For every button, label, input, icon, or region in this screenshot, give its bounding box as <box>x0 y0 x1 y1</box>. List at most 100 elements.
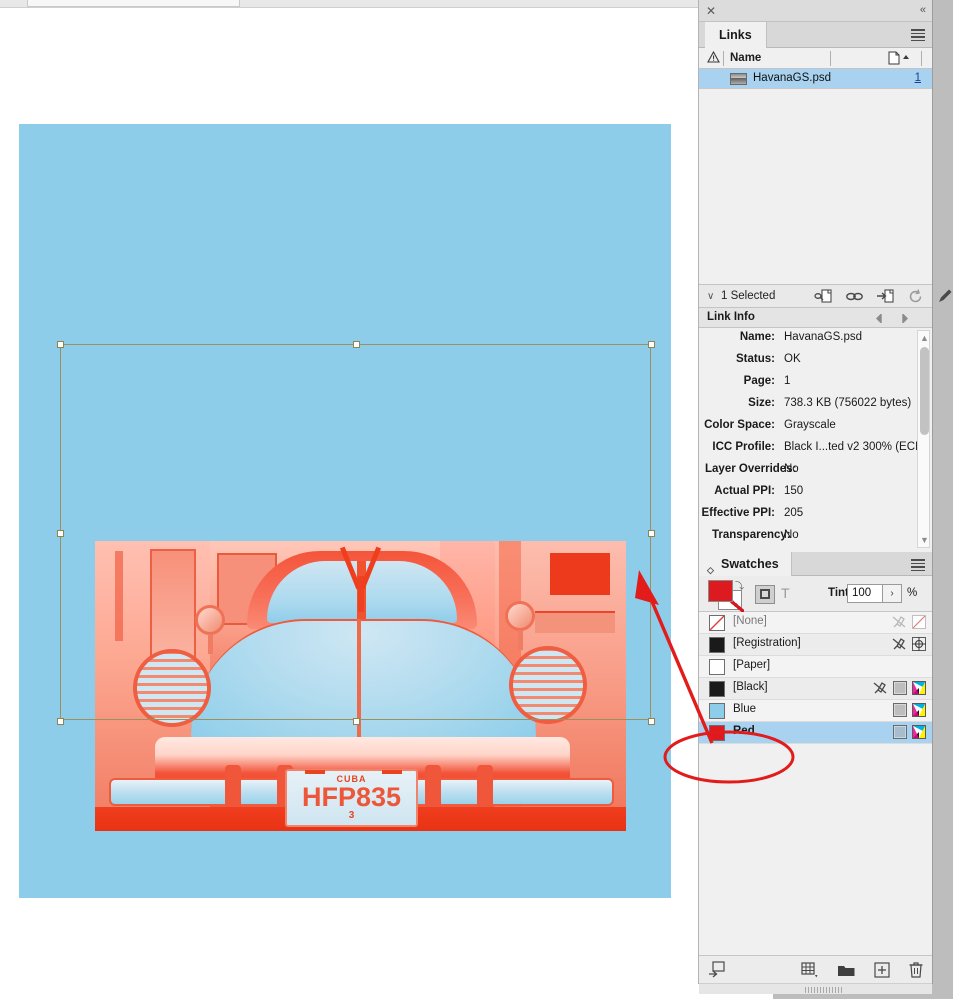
link-info-value: HavanaGS.psd <box>784 331 862 343</box>
link-page-number[interactable]: 1 <box>915 72 921 84</box>
swatch-row-registration[interactable]: [Registration] <box>699 634 932 656</box>
license-plate: CUBA HFP835 3 <box>285 769 418 827</box>
tint-icon <box>893 703 907 717</box>
swatches-list[interactable]: [None] [Registration] [Paper] [Black] Bl… <box>699 612 932 744</box>
fill-stroke-control[interactable]: ⤵ <box>708 579 748 612</box>
link-thumbnail-icon <box>730 73 747 85</box>
swatch-name: [Black] <box>733 681 768 693</box>
link-info-key: ICC Profile: <box>712 441 775 453</box>
swatch-row-blue[interactable]: Blue <box>699 700 932 722</box>
no-ink-icon <box>892 637 907 651</box>
links-tab-bar: Links <box>699 22 932 48</box>
link-info-value: Black I...ted v2 300% (ECI) <box>784 441 923 453</box>
fill-swatch[interactable] <box>708 580 733 602</box>
link-info-key: Page: <box>743 375 775 387</box>
cmyk-icon <box>912 725 926 739</box>
swatch-chip-black <box>709 681 725 697</box>
delete-swatch-icon[interactable] <box>908 961 924 978</box>
dock-title-bar: ✕ « <box>699 0 932 22</box>
tab-links[interactable]: Links <box>705 22 767 48</box>
headlight-right <box>509 646 587 724</box>
swatch-row-none[interactable]: [None] <box>699 612 932 634</box>
warning-icon <box>707 51 720 63</box>
link-info-prev-icon[interactable] <box>874 313 883 324</box>
scroll-up-icon[interactable]: ▲ <box>920 333 929 343</box>
collapse-panels-icon[interactable]: « <box>920 4 926 16</box>
refresh-icon[interactable] <box>907 288 924 305</box>
hood-ornament-stem <box>358 576 364 612</box>
tab-swatches[interactable]: ◇ Swatches <box>699 552 792 576</box>
relink-icon[interactable] <box>814 288 833 305</box>
swatch-row-black[interactable]: [Black] <box>699 678 932 700</box>
close-icon[interactable]: ✕ <box>705 5 717 17</box>
hood-center-seam <box>357 619 361 744</box>
car-hood <box>191 619 536 744</box>
swatch-chip-registration <box>709 637 725 653</box>
new-color-group-icon[interactable] <box>801 961 819 978</box>
swatch-name: Red <box>733 725 755 737</box>
column-divider <box>921 51 922 66</box>
new-swatch-icon[interactable] <box>874 961 890 978</box>
scroll-down-icon[interactable]: ▼ <box>920 535 929 545</box>
link-info-key: Name: <box>739 331 775 343</box>
document-canvas[interactable]: CUBA HFP835 3 <box>0 8 773 999</box>
cmyk-icon <box>912 703 926 717</box>
update-link-icon[interactable] <box>876 288 895 305</box>
new-swatch-group-icon[interactable] <box>837 962 856 978</box>
column-header-name[interactable]: Name <box>730 52 761 64</box>
tint-stepper[interactable]: › <box>883 584 902 603</box>
link-info-nav <box>874 313 910 324</box>
swatches-tab-bar: ◇ Swatches <box>699 552 932 576</box>
links-list-empty-area[interactable] <box>699 89 932 284</box>
swatch-row-paper[interactable]: [Paper] <box>699 656 932 678</box>
plate-tab-right <box>382 770 402 774</box>
chevron-down-icon[interactable]: ∨ <box>707 291 714 302</box>
dock-resize-grip[interactable] <box>699 983 932 994</box>
link-info-row: Name: HavanaGS.psd <box>699 328 932 350</box>
tint-icon <box>893 681 907 695</box>
links-action-icons <box>814 288 953 305</box>
document-tab-strip[interactable] <box>27 0 240 7</box>
links-panel-menu-icon[interactable] <box>911 29 925 42</box>
swatch-name: Blue <box>733 703 757 715</box>
links-row-havanags[interactable]: HavanaGS.psd 1 <box>699 69 932 89</box>
link-info-body[interactable]: Name: HavanaGS.psd Status: OK Page: 1 Size:… <box>699 328 932 552</box>
link-info-value: No <box>784 463 799 475</box>
no-ink-icon <box>873 681 888 695</box>
show-all-swatches-icon[interactable] <box>708 961 726 979</box>
edit-original-icon[interactable] <box>936 288 953 305</box>
link-info-row: Effective PPI: 205 <box>699 504 932 526</box>
swatch-name: [None] <box>733 615 767 627</box>
link-info-row: Status: OK <box>699 350 932 372</box>
swatch-row-icons <box>892 637 926 651</box>
swatch-name: [Registration] <box>733 637 801 649</box>
column-header-page-icon[interactable] <box>886 51 910 65</box>
swatch-row-red[interactable]: Red <box>699 722 932 744</box>
swatch-chip-paper <box>709 659 725 675</box>
placed-image-havanags[interactable]: CUBA HFP835 3 <box>95 541 626 831</box>
link-info-key: Status: <box>736 353 775 365</box>
headlight-left <box>133 649 211 727</box>
formatting-affects-text-icon[interactable]: T <box>781 585 790 601</box>
link-info-row: Actual PPI: 150 <box>699 482 932 504</box>
links-column-headers: Name <box>699 48 932 69</box>
scrollbar-thumb[interactable] <box>920 347 929 435</box>
building-left-detail <box>115 551 123 641</box>
swap-fill-stroke-icon[interactable]: ⤵ <box>735 579 744 592</box>
swatches-bottom-toolbar <box>699 955 932 994</box>
formatting-affects-container-icon[interactable] <box>755 585 775 604</box>
tint-input[interactable]: 100 <box>847 584 883 603</box>
registration-icon <box>912 637 926 651</box>
link-info-next-icon[interactable] <box>901 313 910 324</box>
document-page[interactable]: CUBA HFP835 3 <box>19 124 671 898</box>
go-to-link-icon[interactable] <box>845 288 864 305</box>
link-info-key: Layer Overrides: <box>705 463 797 475</box>
link-info-scrollbar[interactable]: ▲ ▼ <box>917 330 930 548</box>
swatches-panel-menu-icon[interactable] <box>911 559 925 572</box>
link-info-key: Size: <box>748 397 775 409</box>
column-divider <box>723 51 724 66</box>
swatch-row-icons <box>893 703 926 717</box>
swatch-chip-blue <box>709 703 725 719</box>
swatch-name: [Paper] <box>733 659 771 671</box>
swatch-row-icons <box>893 725 926 739</box>
